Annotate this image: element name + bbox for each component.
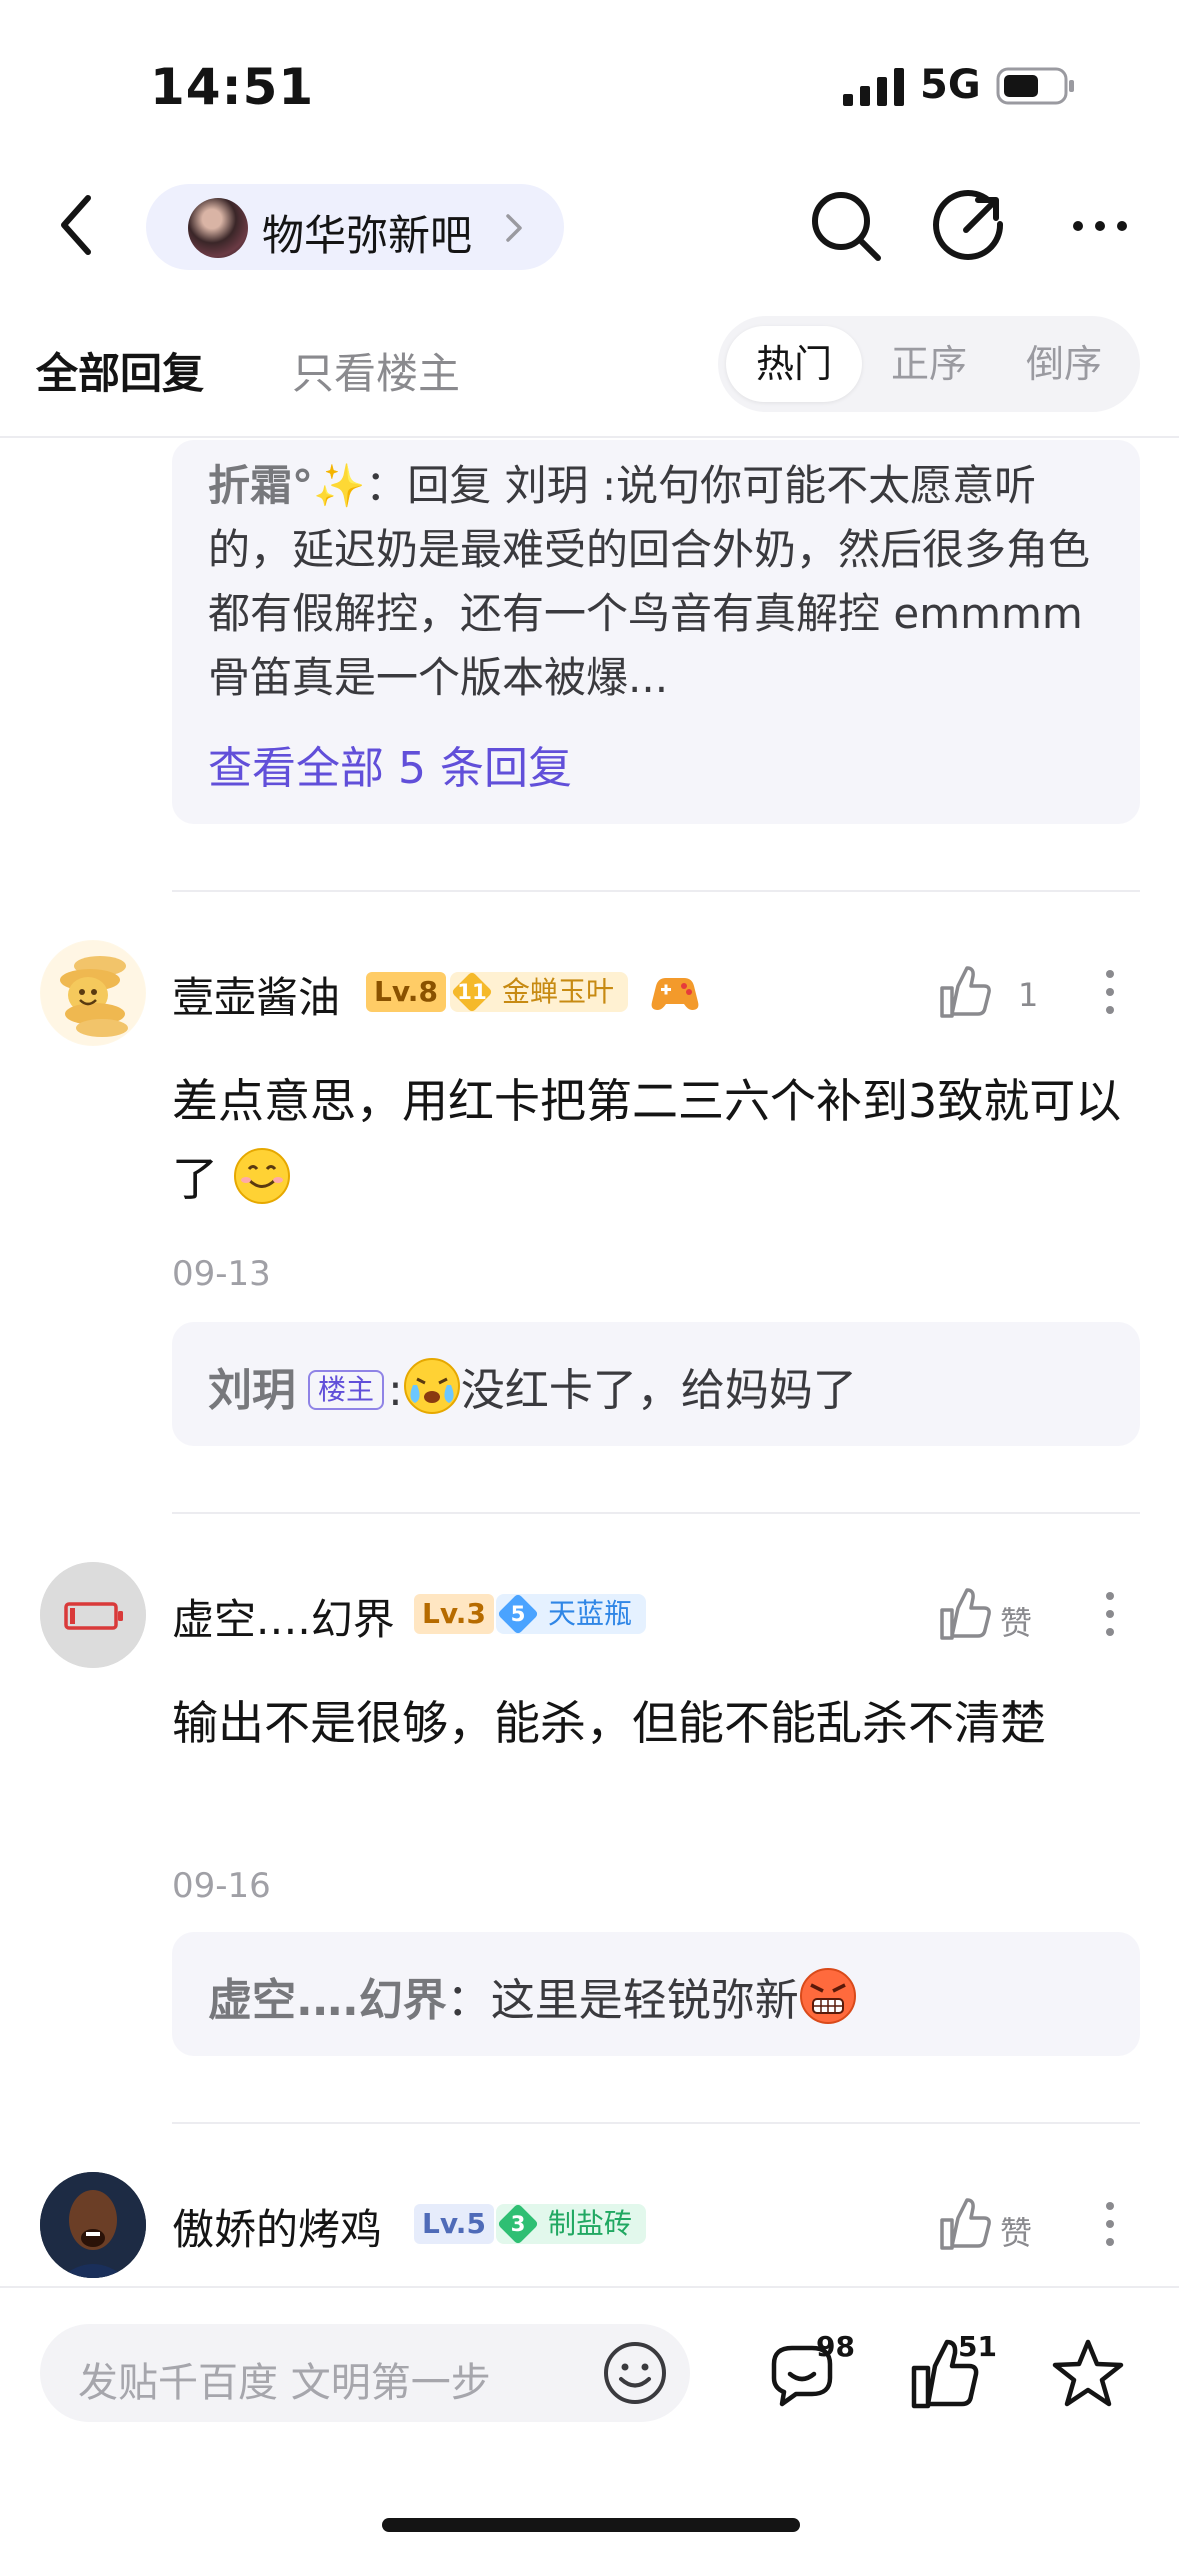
tab-all-replies[interactable]: 全部回复 <box>36 340 204 401</box>
honor-badge: 3 制盐砖 <box>496 2203 647 2245</box>
thumbs-up-icon[interactable] <box>936 1584 996 1644</box>
sub-reply: 虚空.‥.幻界：这里是轻锐弥新 <box>208 1964 857 2028</box>
level-badge: Lv.3 <box>414 1594 494 1634</box>
sub-reply-preview: 折霜°✨：回复 刘玥 :说句你可能不太愿意听的，延迟奶是最难受的回合外奶，然后很… <box>208 454 1108 710</box>
status-time: 14:51 <box>150 58 315 116</box>
honor-number: 5 <box>497 1593 539 1635</box>
more-options-icon[interactable] <box>1098 2194 1122 2254</box>
honor-number: 11 <box>451 971 493 1013</box>
game-controller-icon <box>651 978 699 1010</box>
smile-emoji-icon <box>233 1148 290 1204</box>
divider <box>172 2122 1140 2124</box>
like-count: 51 <box>958 2330 997 2363</box>
avatar-image <box>40 2172 146 2278</box>
comment-text: 差点意思，用红卡把第二三六个补到3致就可以了 <box>172 1074 1122 1206</box>
more-options-icon[interactable] <box>1060 186 1140 266</box>
sort-segmented-control: 热门 正序 倒序 <box>718 316 1140 412</box>
comment-date: 09-16 <box>172 1866 271 1906</box>
more-options-icon[interactable] <box>1098 1584 1122 1644</box>
comment-count: 98 <box>816 2330 855 2363</box>
like-label: 赞 <box>1000 2214 1033 2252</box>
forum-name: 物华弥新吧 <box>262 211 473 260</box>
honor-number: 3 <box>497 2203 539 2245</box>
sort-descending[interactable]: 倒序 <box>996 326 1132 402</box>
avatar[interactable] <box>40 940 146 1046</box>
more-options-icon[interactable] <box>1098 962 1122 1022</box>
see-all-replies-link[interactable]: 查看全部 5 条回复 <box>208 732 572 796</box>
sub-replies-box: 折霜°✨：回复 刘玥 :说句你可能不太愿意听的，延迟奶是最难受的回合外奶，然后很… <box>172 440 1140 824</box>
forum-link[interactable]: 物华弥新吧 <box>146 184 564 270</box>
post-reply-input[interactable]: 发贴千百度 文明第一步 <box>40 2324 690 2422</box>
avatar[interactable] <box>40 2172 146 2278</box>
honor-badge: 5 天蓝瓶 <box>496 1593 647 1635</box>
crying-emoji-icon <box>403 1358 460 1414</box>
emoji-icon[interactable] <box>602 2340 668 2406</box>
thumbs-up-icon[interactable] <box>936 2194 996 2254</box>
cellular-signal-icon <box>843 68 904 106</box>
like-label: 赞 <box>1000 1604 1033 1642</box>
sub-reply-text: 没红卡了，给妈妈了 <box>460 1365 857 1416</box>
sort-ascending[interactable]: 正序 <box>861 326 997 402</box>
comment-date: 09-13 <box>172 1254 271 1294</box>
status-bar: 14:51 5G <box>0 0 1179 160</box>
level-badge: Lv.8 <box>366 972 446 1012</box>
divider <box>172 890 1140 892</box>
battery-avatar-image <box>40 1562 146 1668</box>
sub-reply-author[interactable]: 刘玥 <box>208 1365 296 1416</box>
search-icon[interactable] <box>806 186 886 266</box>
home-indicator <box>382 2518 800 2532</box>
like-count: 1 <box>1018 976 1039 1014</box>
avatar[interactable] <box>40 1562 146 1668</box>
filter-bar: 全部回复 只看楼主 热门 正序 倒序 <box>0 300 1179 438</box>
chevron-right-icon <box>506 214 522 242</box>
divider <box>172 1512 1140 1514</box>
thumbs-up-icon[interactable] <box>936 962 996 1022</box>
share-icon[interactable] <box>930 186 1010 266</box>
sub-reply-author[interactable]: 虚空.‥.幻界 <box>208 1975 447 2026</box>
honor-badge: 11 金蝉玉叶 <box>450 971 629 1013</box>
sort-hot[interactable]: 热门 <box>726 326 862 402</box>
star-favorite-icon[interactable] <box>1048 2334 1128 2414</box>
network-type: 5G <box>920 62 981 108</box>
sub-replies-box[interactable]: 刘玥 楼主: 没红卡了，给妈妈了 <box>172 1322 1140 1446</box>
sub-reply-author[interactable]: 折霜°✨ <box>208 461 365 510</box>
level-badge: Lv.5 <box>414 2204 494 2244</box>
username[interactable]: 壹壶酱油 <box>172 964 340 1025</box>
op-tag: 楼主 <box>308 1370 385 1410</box>
bottom-bar: 发贴千百度 文明第一步 98 51 <box>0 2286 1179 2556</box>
sub-reply: 刘玥 楼主: 没红卡了，给妈妈了 <box>208 1354 857 1418</box>
tab-op-only[interactable]: 只看楼主 <box>292 340 460 401</box>
username[interactable]: 傲娇的烤鸡 <box>172 2196 382 2257</box>
battery-icon <box>996 67 1074 105</box>
username[interactable]: 虚空.‥.幻界 <box>172 1586 395 1647</box>
forum-avatar <box>188 198 248 258</box>
post-input-placeholder: 发贴千百度 文明第一步 <box>78 2360 491 2406</box>
back-chevron-icon[interactable] <box>50 190 110 260</box>
comment-text: 输出不是很够，能杀，但能不能乱杀不清楚 <box>172 1696 1046 1750</box>
sub-replies-box[interactable]: 虚空.‥.幻界：这里是轻锐弥新 <box>172 1932 1140 2056</box>
sub-reply-text: 这里是轻锐弥新 <box>490 1975 799 2026</box>
angry-emoji-icon <box>799 1968 856 2024</box>
avatar-image <box>41 941 145 1045</box>
